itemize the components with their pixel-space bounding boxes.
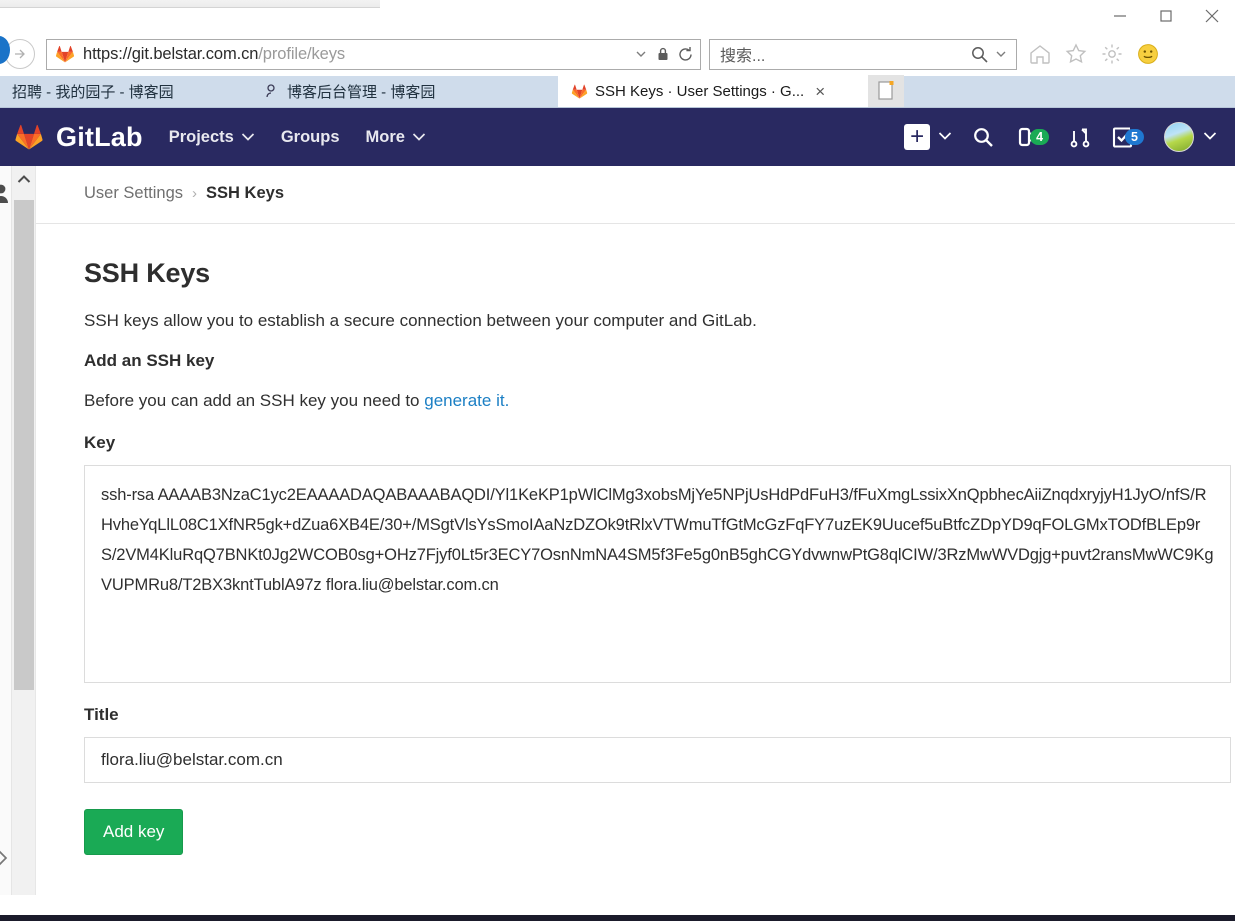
maximize-button[interactable] xyxy=(1143,0,1189,32)
breadcrumb-bar: User Settings › SSH Keys xyxy=(36,166,1235,224)
chevron-down-icon xyxy=(1203,128,1217,146)
ssh-key-textarea[interactable] xyxy=(84,465,1231,683)
breadcrumb-separator-icon: › xyxy=(192,185,198,202)
nav-item-projects-label: Projects xyxy=(168,127,234,146)
chevron-down-icon xyxy=(241,128,255,147)
reload-icon[interactable] xyxy=(674,41,696,67)
nav-item-projects[interactable]: Projects xyxy=(169,128,255,147)
url-path: /profile/keys xyxy=(258,44,346,63)
gitlab-wordmark: GitLab xyxy=(56,121,143,152)
collapsed-sidebar-rail xyxy=(0,166,12,895)
breadcrumb-parent[interactable]: User Settings xyxy=(84,184,183,203)
issues-button[interactable]: 4 xyxy=(1015,125,1050,149)
main-content: SSH Keys SSH keys allow you to establish… xyxy=(36,224,1235,855)
scroll-up-button[interactable] xyxy=(17,166,31,192)
browser-tab-1-title: 招聘 - 我的园子 - 博客园 xyxy=(12,83,174,101)
before-text: Before you can add an SSH key you need t… xyxy=(84,391,425,410)
new-dropdown-button[interactable]: + xyxy=(904,124,952,150)
window-bottom-edge xyxy=(0,915,1235,921)
home-icon[interactable] xyxy=(1027,41,1053,67)
gitlab-nav-links: Projects Groups More xyxy=(169,128,426,147)
breadcrumb-current: SSH Keys xyxy=(206,184,285,202)
back-button[interactable] xyxy=(0,36,38,72)
new-tab-button[interactable] xyxy=(868,75,904,107)
add-ssh-key-heading: Add an SSH key xyxy=(84,351,215,370)
content-column: User Settings › SSH Keys SSH Keys SSH ke… xyxy=(36,166,1235,895)
ssh-key-title-input[interactable] xyxy=(84,737,1231,783)
page-description: SSH keys allow you to establish a secure… xyxy=(84,311,757,330)
chevron-down-icon xyxy=(412,128,426,147)
issues-count-badge: 4 xyxy=(1030,129,1050,145)
address-bar[interactable]: https://git.belstar.com.cn/profile/keys xyxy=(46,38,701,70)
chevron-down-icon[interactable] xyxy=(990,41,1012,67)
browser-tab-3-title: SSH Keys · User Settings · G... xyxy=(595,82,805,100)
page-scrollbar[interactable] xyxy=(12,166,36,895)
page-title: SSH Keys xyxy=(84,258,210,288)
browser-toolbar-icons xyxy=(1027,41,1161,67)
scrollbar-thumb[interactable] xyxy=(14,200,34,690)
gitlab-nav-actions: + 4 5 xyxy=(904,122,1217,152)
browser-tab-1[interactable]: 招聘 - 我的园子 - 博客园 xyxy=(0,75,250,107)
scrollbar-track[interactable] xyxy=(12,192,35,895)
global-search-button[interactable] xyxy=(972,126,995,149)
url-host: https://git.belstar.com.cn xyxy=(83,44,259,63)
todos-count-badge: 5 xyxy=(1125,129,1144,145)
browser-navigation-bar: https://git.belstar.com.cn/profile/keys … xyxy=(0,32,1235,76)
browser-search-box[interactable]: 搜索... xyxy=(709,38,1017,70)
todos-button[interactable]: 5 xyxy=(1111,126,1144,149)
blog-favicon-icon xyxy=(262,82,280,100)
gitlab-fox-icon xyxy=(14,122,44,152)
browser-tab-2[interactable]: 博客后台管理 - 博客园 xyxy=(250,75,550,107)
close-button[interactable] xyxy=(1189,0,1235,32)
plus-icon: + xyxy=(904,124,931,150)
user-menu-button[interactable] xyxy=(1164,122,1217,152)
search-input[interactable]: 搜索... xyxy=(720,42,968,66)
gitlab-home-link[interactable]: GitLab xyxy=(14,122,143,153)
browser-window: https://git.belstar.com.cn/profile/keys … xyxy=(0,0,1235,921)
gitlab-navbar: GitLab Projects Groups More + 4 5 xyxy=(0,108,1235,166)
window-titlebar xyxy=(0,0,1235,32)
nav-item-groups[interactable]: Groups xyxy=(281,128,340,147)
gear-icon[interactable] xyxy=(1099,41,1125,67)
browser-tab-bar: 招聘 - 我的园子 - 博客园 博客后台管理 - 博客园 SSH Keys · … xyxy=(0,75,1235,108)
chevron-down-icon xyxy=(938,128,952,146)
browser-tab-2-title: 博客后台管理 - 博客园 xyxy=(287,83,436,101)
magnifier-icon[interactable] xyxy=(968,41,990,67)
avatar xyxy=(1164,122,1194,152)
expand-sidebar-icon[interactable] xyxy=(0,849,10,873)
gitlab-favicon-icon xyxy=(55,44,75,64)
lock-icon[interactable] xyxy=(652,41,674,67)
before-text-paragraph: Before you can add an SSH key you need t… xyxy=(84,391,1207,411)
add-key-button[interactable]: Add key xyxy=(84,809,184,855)
merge-requests-button[interactable] xyxy=(1069,125,1091,149)
gitlab-favicon-icon xyxy=(570,82,588,100)
page-body: User Settings › SSH Keys SSH Keys SSH ke… xyxy=(0,166,1235,895)
chevron-down-icon[interactable] xyxy=(630,41,652,67)
nav-item-more-label: More xyxy=(365,127,405,146)
minimize-button[interactable] xyxy=(1097,0,1143,32)
address-bar-text: https://git.belstar.com.cn/profile/keys xyxy=(83,45,630,64)
nav-item-more[interactable]: More xyxy=(366,128,426,147)
breadcrumb: User Settings › SSH Keys xyxy=(84,184,1235,203)
star-icon[interactable] xyxy=(1063,41,1089,67)
title-field-label: Title xyxy=(84,705,119,724)
window-controls xyxy=(1097,0,1235,32)
browser-tab-3-active[interactable]: SSH Keys · User Settings · G... × xyxy=(558,75,868,107)
smiley-icon[interactable] xyxy=(1135,41,1161,67)
key-field-label: Key xyxy=(84,433,116,452)
tab-close-icon[interactable]: × xyxy=(815,83,825,100)
nav-item-groups-label: Groups xyxy=(280,127,340,146)
tabstrip-top-edge xyxy=(0,0,380,8)
generate-it-link[interactable]: generate it. xyxy=(424,391,509,410)
